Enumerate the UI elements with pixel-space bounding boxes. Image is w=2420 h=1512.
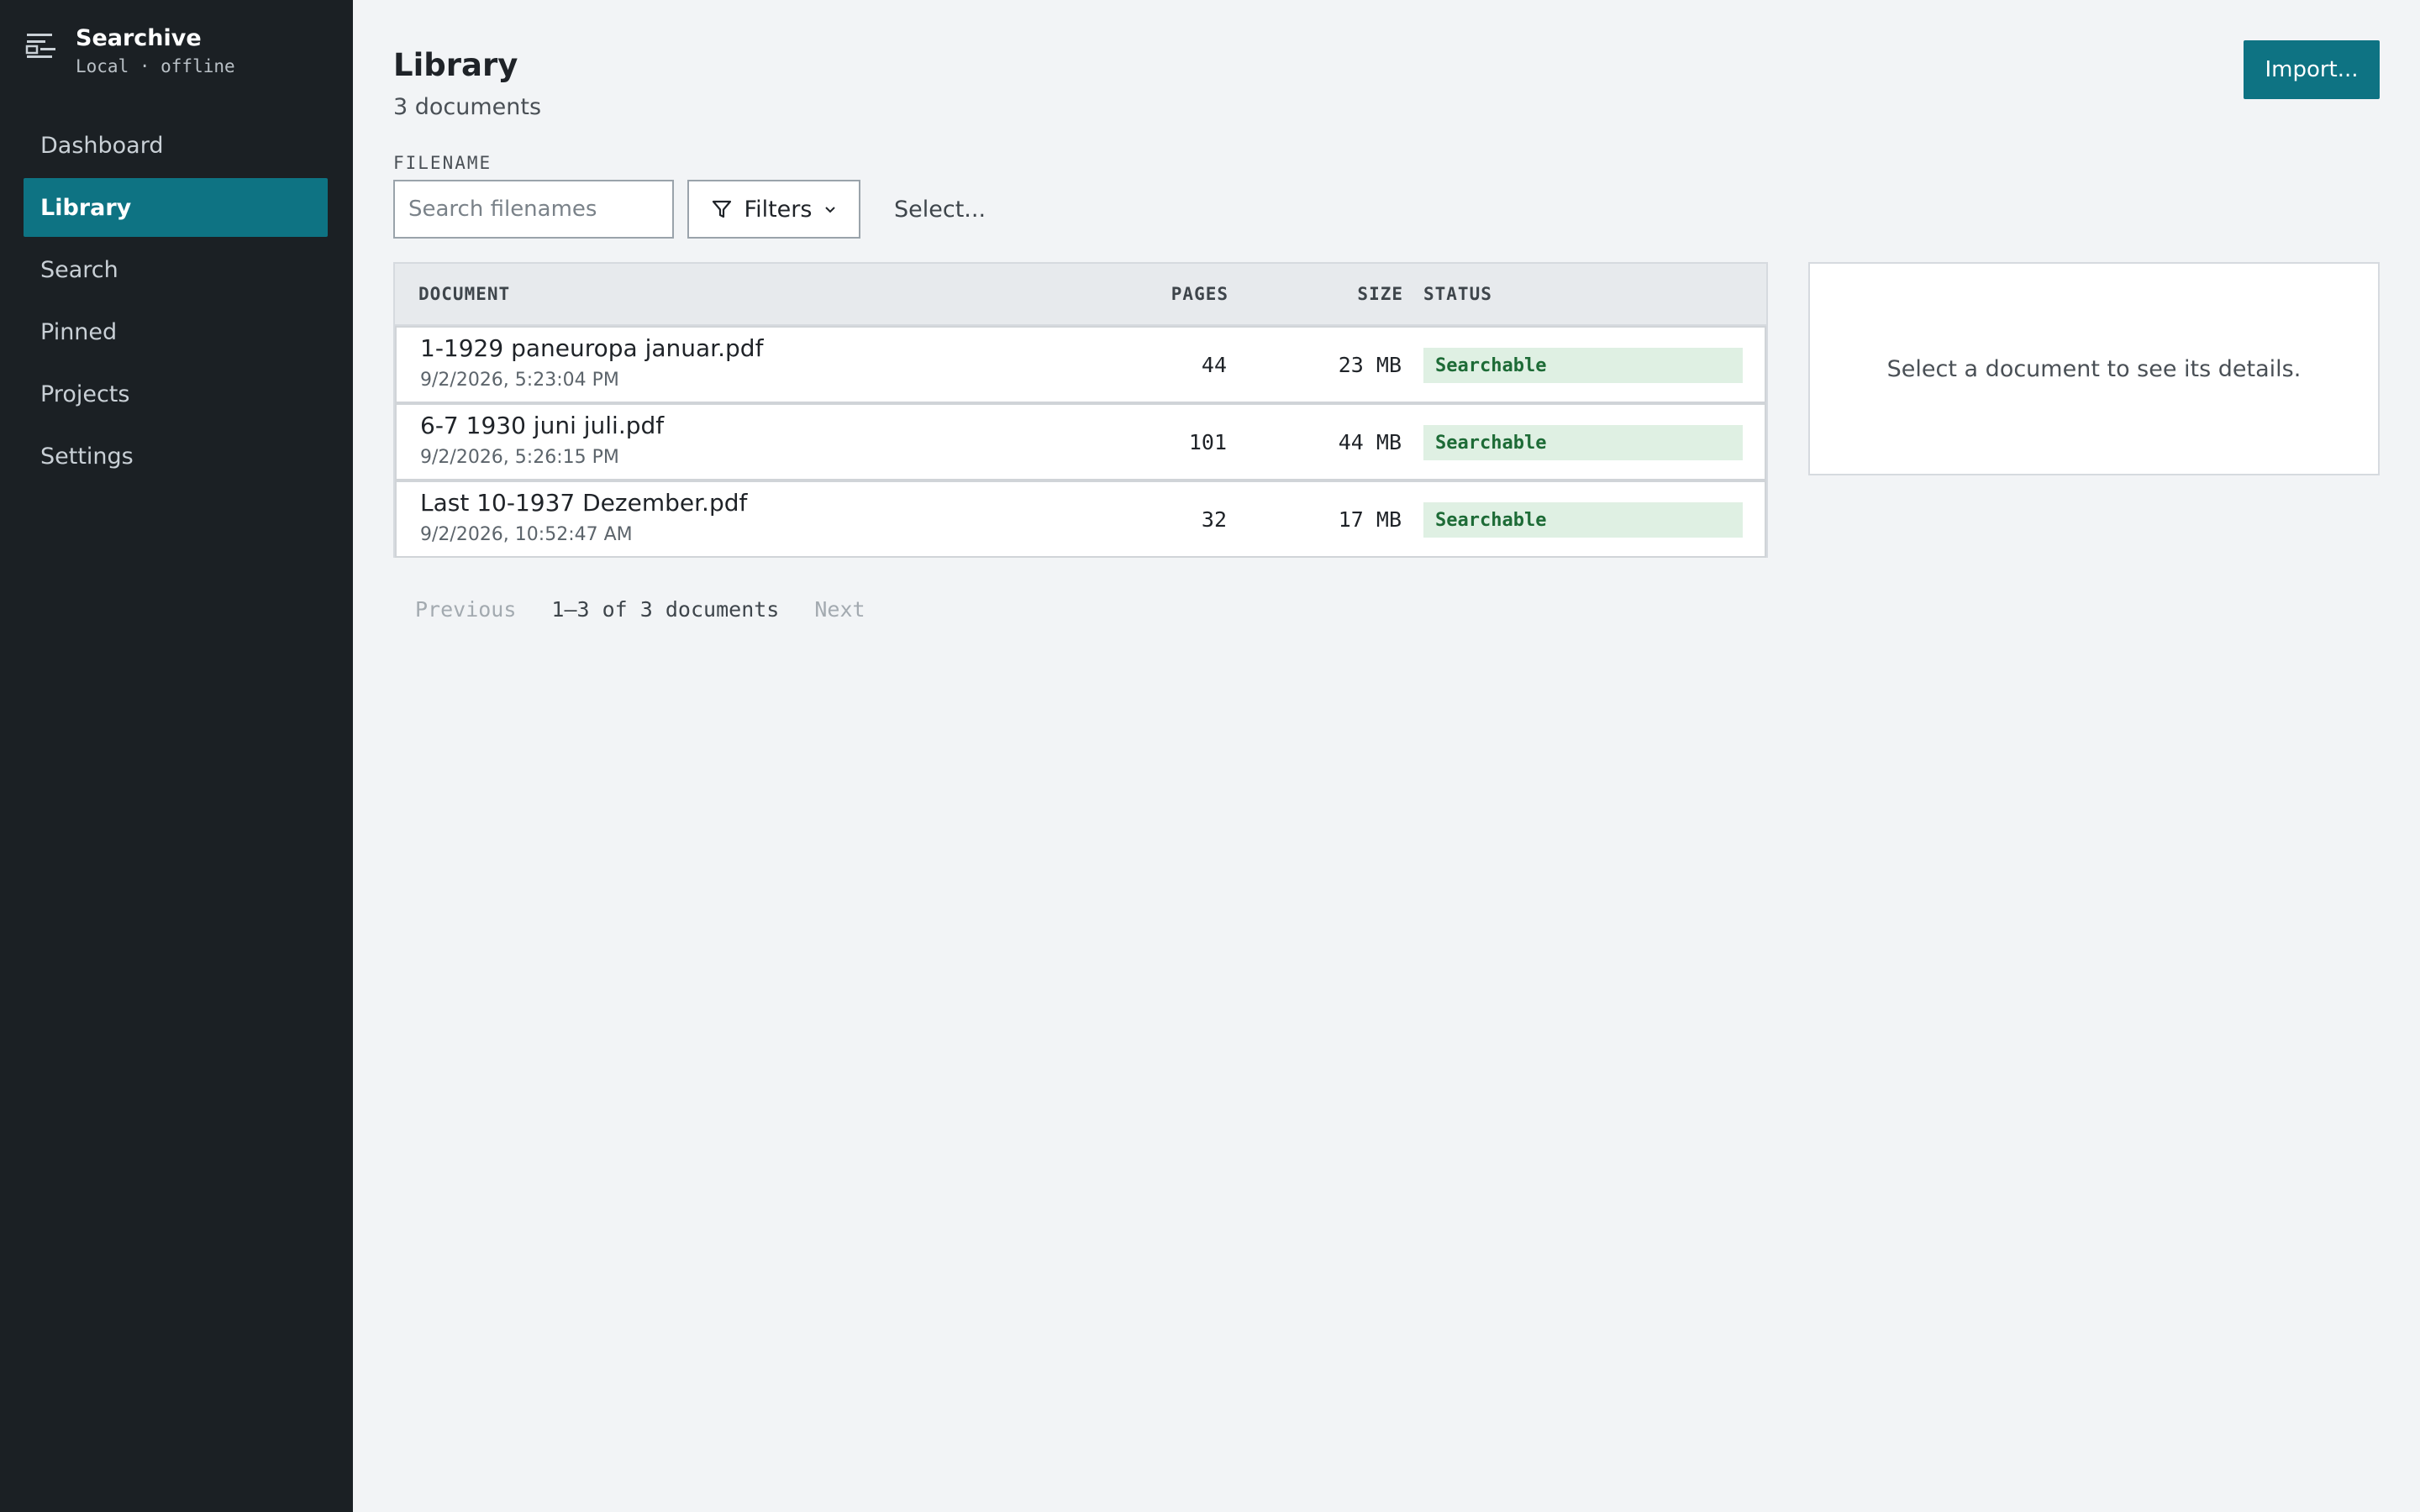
sidebar-item-library[interactable]: Library [24,178,328,237]
column-pages[interactable]: PAGES [1171,264,1228,324]
table-row[interactable]: Last 10-1937 Dezember.pdf 9/2/2026, 10:5… [395,480,1766,558]
table-header: DOCUMENT PAGES SIZE STATUS [395,264,1766,326]
sidebar-item-settings[interactable]: Settings [24,427,328,486]
funnel-icon [712,200,731,218]
detail-panel: Select a document to see its details. [1808,262,2380,475]
search-input[interactable] [393,180,674,239]
document-date: 9/2/2026, 5:23:04 PM [420,370,619,391]
document-pages: 32 [1201,507,1227,532]
sidebar-item-projects[interactable]: Projects [24,365,328,423]
document-size: 44 MB [1338,429,1402,454]
brand: Searchive Local · offline [25,25,235,79]
status-badge: Searchable [1423,502,1743,538]
list-archive-icon [25,34,55,58]
document-name: Last 10-1937 Dezember.pdf [420,489,748,517]
table-row[interactable]: 1-1929 paneuropa januar.pdf 9/2/2026, 5:… [395,326,1766,403]
documents-table: DOCUMENT PAGES SIZE STATUS 1-1929 paneur… [393,262,1768,558]
filters-label: Filters [744,196,813,223]
sidebar-nav: Dashboard Library Search Pinned Projects… [24,116,328,489]
document-pages: 44 [1201,352,1227,377]
app-mode: Local · offline [76,56,235,76]
page-title: Library [393,47,518,83]
status-badge: Searchable [1423,425,1743,460]
pagination-info: 1–3 of 3 documents [551,596,780,622]
sidebar-item-search[interactable]: Search [24,240,328,299]
column-document[interactable]: DOCUMENT [418,264,510,324]
document-size: 23 MB [1338,352,1402,377]
table-row[interactable]: 6-7 1930 juni juli.pdf 9/2/2026, 5:26:15… [395,403,1766,480]
sidebar-item-pinned[interactable]: Pinned [24,302,328,361]
detail-empty-text: Select a document to see its details. [1886,355,2302,382]
previous-button[interactable]: Previous [415,597,516,622]
import-button[interactable]: Import... [2244,40,2380,99]
app-name: Searchive [76,25,202,51]
sidebar-item-dashboard[interactable]: Dashboard [24,116,328,175]
document-size: 17 MB [1338,507,1402,532]
column-status[interactable]: STATUS [1423,264,1492,324]
status-badge: Searchable [1423,348,1743,383]
next-button[interactable]: Next [814,597,865,622]
document-date: 9/2/2026, 10:52:47 AM [420,524,633,545]
sidebar: Searchive Local · offline Dashboard Libr… [0,0,353,1512]
select-button[interactable]: Select... [894,180,986,239]
document-name: 6-7 1930 juni juli.pdf [420,412,665,439]
filters-button[interactable]: Filters [687,180,860,239]
filename-label: FILENAME [393,153,492,173]
chevron-down-icon [825,207,836,213]
pagination: Previous 1–3 of 3 documents Next [415,591,865,627]
document-name: 1-1929 paneuropa januar.pdf [420,334,764,362]
document-pages: 101 [1188,429,1227,454]
document-count: 3 documents [393,94,542,120]
document-date: 9/2/2026, 5:26:15 PM [420,447,619,468]
column-size[interactable]: SIZE [1357,264,1403,324]
